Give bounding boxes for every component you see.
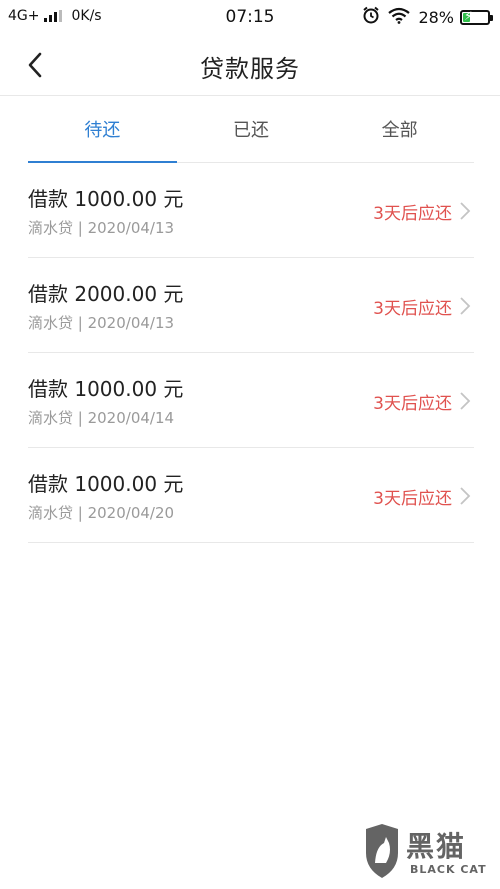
list-item[interactable]: 借款 1000.00 元 滴水贷 | 2020/04/14 3天后应还 [28,353,474,448]
battery-icon: ⚡ [460,8,493,25]
status-bar: 4G+ 0K/s 07:15 28% ⚡ [0,0,500,34]
due-status: 3天后应还 [373,489,452,509]
status-right: 28% ⚡ [362,6,493,28]
page-title: 贷款服务 [200,55,300,83]
due-status: 3天后应还 [373,299,452,319]
chevron-right-icon [460,392,471,410]
alarm-icon [362,6,380,28]
chevron-right-icon [460,487,471,505]
wifi-icon [388,7,411,28]
list-item[interactable]: 借款 2000.00 元 滴水贷 | 2020/04/13 3天后应还 [28,258,474,353]
loan-meta: 滴水贷 | 2020/04/13 [28,314,175,332]
black-cat-watermark: 黑猫 BLACK CAT [364,821,494,885]
watermark-subtext: BLACK CAT [410,863,487,876]
charging-icon: ⚡ [464,8,473,23]
loan-list: 借款 1000.00 元 滴水贷 | 2020/04/13 3天后应还 借款 2… [28,163,474,543]
chevron-right-icon [460,297,471,315]
loan-amount: 借款 2000.00 元 [28,282,184,306]
loan-meta: 滴水贷 | 2020/04/13 [28,219,175,237]
tab-repaid[interactable]: 已还 [177,96,326,162]
watermark-text: 黑猫 [406,830,467,863]
chevron-right-icon [460,202,471,220]
list-item[interactable]: 借款 1000.00 元 滴水贷 | 2020/04/13 3天后应还 [28,163,474,258]
list-item[interactable]: 借款 1000.00 元 滴水贷 | 2020/04/20 3天后应还 [28,448,474,543]
loan-amount: 借款 1000.00 元 [28,472,184,496]
loan-meta: 滴水贷 | 2020/04/20 [28,504,175,522]
due-status: 3天后应还 [373,394,452,414]
cat-shield-icon [366,824,398,878]
loan-amount: 借款 1000.00 元 [28,187,184,211]
tab-pending[interactable]: 待还 [28,96,177,163]
nav-bar: 贷款服务 [0,34,500,96]
due-status: 3天后应还 [373,204,452,224]
loan-amount: 借款 1000.00 元 [28,377,184,401]
battery-percent: 28% [418,7,454,27]
loan-meta: 滴水贷 | 2020/04/14 [28,409,175,427]
tab-all[interactable]: 全部 [325,96,474,162]
tab-bar: 待还 已还 全部 [28,96,474,163]
